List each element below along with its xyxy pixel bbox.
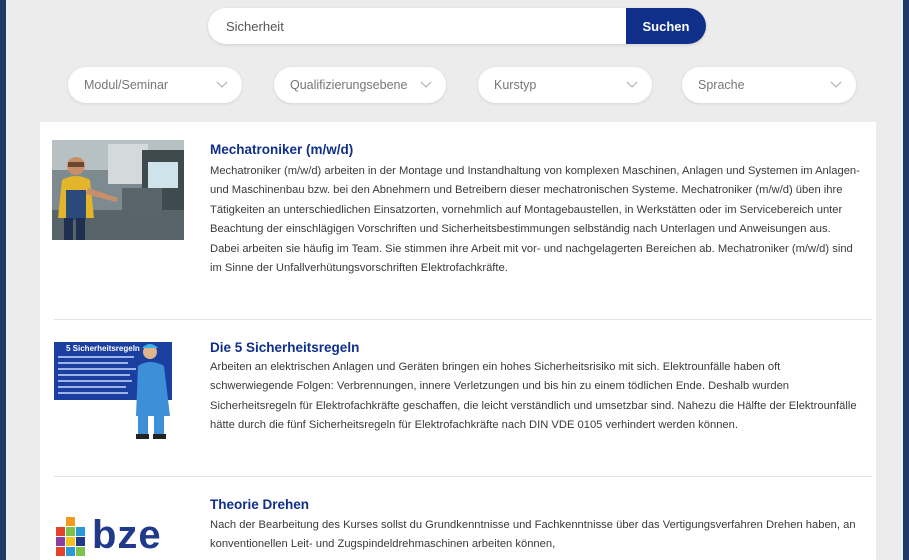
result-title[interactable]: Die 5 Sicherheitsregeln: [210, 340, 359, 355]
result-title[interactable]: Theorie Drehen: [210, 497, 309, 512]
result-description: Mechatroniker (m/w/d) arbeiten in der Mo…: [210, 165, 860, 275]
bze-logo-text: bze: [92, 513, 162, 557]
bze-logo-icon: [56, 517, 85, 556]
filter-qualifizierungsebene[interactable]: Qualifizierungsebene: [274, 67, 446, 103]
filter-sprache[interactable]: Sprache: [682, 67, 856, 103]
filter-modul-seminar[interactable]: Modul/Seminar: [68, 67, 242, 103]
chevron-down-icon: [216, 79, 228, 91]
filter-label: Kurstyp: [494, 78, 537, 92]
result-description: Nach der Bearbeitung des Kurses sollst d…: [210, 519, 856, 551]
result-item: Mechatroniker (m/w/d) Mechatroniker (m/w…: [40, 122, 876, 318]
result-thumbnail-sicherheitsregeln[interactable]: 5 Sicherheitsregeln: [52, 336, 184, 440]
chevron-down-icon: [830, 79, 842, 91]
search-bar: Suchen: [208, 8, 706, 44]
result-item: 5 Sicherheitsregeln Die 5 Sicherheitsreg…: [40, 320, 876, 475]
page-frame: Suchen Modul/Seminar Qualifizierungseben…: [6, 0, 903, 560]
result-thumbnail-mechatroniker[interactable]: [52, 140, 184, 240]
result-title[interactable]: Mechatroniker (m/w/d): [210, 142, 353, 157]
filter-label: Modul/Seminar: [84, 78, 169, 92]
chevron-down-icon: [626, 79, 638, 91]
result-thumbnail-bze-logo[interactable]: bze: [52, 513, 184, 560]
thumbnail-heading: 5 Sicherheitsregeln: [66, 344, 140, 353]
filter-kurstyp[interactable]: Kurstyp: [478, 67, 652, 103]
filter-label: Sprache: [698, 78, 745, 92]
result-description: Arbeiten an elektrischen Anlagen und Ger…: [210, 361, 857, 432]
search-input[interactable]: [226, 8, 616, 44]
search-button[interactable]: Suchen: [626, 8, 706, 44]
results-list: Mechatroniker (m/w/d) Mechatroniker (m/w…: [40, 122, 876, 560]
filter-label: Qualifizierungsebene: [290, 78, 408, 92]
chevron-down-icon: [420, 79, 432, 91]
result-item: bze Theorie Drehen Nach der Bearbeitung …: [40, 477, 876, 560]
